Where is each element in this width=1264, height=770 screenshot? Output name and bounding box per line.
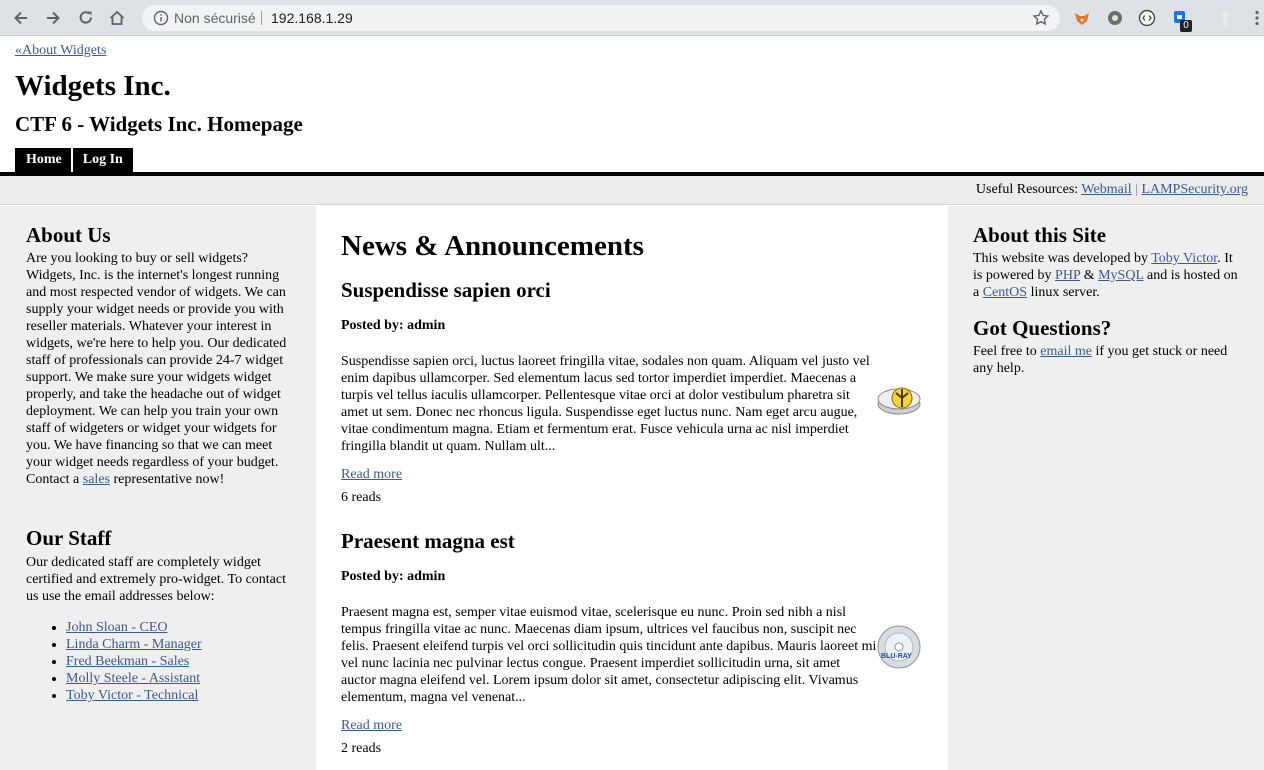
- profile-icon[interactable]: [1216, 9, 1234, 27]
- news-title: News & Announcements: [341, 230, 644, 262]
- about-site-text-part: &: [1080, 268, 1099, 283]
- centos-link[interactable]: CentOS: [983, 285, 1027, 300]
- about-us-text-part: Are you looking to buy or sell widgets? …: [26, 251, 287, 487]
- staff-link-toby-victor[interactable]: Toby Victor - Technical: [66, 688, 198, 703]
- post-1: Suspendisse sapien orci Posted by: admin…: [341, 278, 926, 506]
- our-staff-block: Our Staff Our dedicated staff are comple…: [26, 526, 292, 704]
- read-more-link[interactable]: Read more: [341, 718, 402, 733]
- bluray-disc-icon: BLU-RAY: [876, 624, 922, 670]
- back-arrow-icon[interactable]: [11, 8, 31, 28]
- mysql-link[interactable]: MySQL: [1098, 268, 1143, 283]
- php-link[interactable]: PHP: [1055, 268, 1080, 283]
- got-questions-text: Feel free to email me if you get stuck o…: [973, 343, 1243, 377]
- forward-arrow-icon[interactable]: [43, 8, 63, 28]
- menu-home[interactable]: Home: [15, 148, 73, 172]
- reads-count: 6 reads: [341, 490, 382, 505]
- reads-count: 2 reads: [341, 741, 382, 756]
- about-site-block: About this Site This website was develop…: [973, 223, 1243, 377]
- site-subtitle: CTF 6 - Widgets Inc. Homepage: [15, 112, 303, 136]
- post-author: Posted by: admin: [341, 569, 446, 584]
- staff-list: John Sloan - CEO Linda Charm - Manager F…: [26, 619, 292, 704]
- resources-bar: Useful Resources: Webmail | LAMPSecurity…: [0, 176, 1264, 205]
- list-item: Linda Charm - Manager: [66, 636, 292, 653]
- our-staff-text: Our dedicated staff are completely widge…: [26, 555, 286, 604]
- url-text[interactable]: 192.168.1.29: [271, 10, 353, 26]
- main-menu: Home Log In: [15, 148, 135, 172]
- extension-badge: 0: [1180, 20, 1192, 32]
- list-item: Fred Beekman - Sales: [66, 653, 292, 670]
- about-us-text-end: representative now!: [109, 472, 225, 487]
- about-us-text: Are you looking to buy or sell widgets? …: [26, 250, 292, 488]
- code-extension-icon[interactable]: [1138, 9, 1156, 27]
- address-bar[interactable]: Non sécurisé 192.168.1.29: [142, 5, 1060, 31]
- post-2: Praesent magna est Posted by: admin Prae…: [341, 529, 926, 757]
- bluray-label: BLU-RAY: [881, 653, 912, 660]
- address-divider: [261, 11, 262, 25]
- about-us-block: About Us Are you looking to buy or sell …: [26, 223, 292, 488]
- got-questions-text-part: Feel free to: [973, 344, 1041, 359]
- web-page: «About Widgets Widgets Inc. CTF 6 - Widg…: [0, 36, 1264, 770]
- home-icon[interactable]: [107, 8, 127, 28]
- lampsecurity-link[interactable]: LAMPSecurity.org: [1141, 182, 1248, 197]
- got-questions-title: Got Questions?: [973, 316, 1112, 340]
- about-site-text-part: linux server.: [1027, 285, 1100, 300]
- staff-link-molly-steele[interactable]: Molly Steele - Assistant: [66, 671, 200, 686]
- post-title[interactable]: Praesent magna est: [341, 529, 926, 553]
- staff-link-linda-charm[interactable]: Linda Charm - Manager: [66, 637, 202, 652]
- read-more-row: Read more: [341, 717, 926, 734]
- staff-link-john-sloan[interactable]: John Sloan - CEO: [66, 620, 168, 635]
- reload-icon[interactable]: [76, 8, 96, 28]
- menu-dots-icon[interactable]: [1248, 9, 1264, 27]
- post-author: Posted by: admin: [341, 318, 446, 333]
- bookmark-star-icon[interactable]: [1032, 9, 1050, 27]
- left-sidebar: About Us Are you looking to buy or sell …: [0, 206, 316, 770]
- about-site-text-part: This website was developed by: [973, 251, 1152, 266]
- resources-label: Useful Resources:: [975, 182, 1079, 197]
- post-body: Praesent magna est, semper vitae euismod…: [341, 605, 877, 705]
- read-more-row: Read more: [341, 466, 926, 483]
- right-sidebar: About this Site This website was develop…: [948, 206, 1264, 770]
- post-title[interactable]: Suspendisse sapien orci: [341, 278, 926, 302]
- list-item: John Sloan - CEO: [66, 619, 292, 636]
- staff-link-fred-beekman[interactable]: Fred Beekman - Sales: [66, 654, 189, 669]
- read-more-link[interactable]: Read more: [341, 467, 402, 482]
- email-me-link[interactable]: email me: [1040, 344, 1092, 359]
- post-body: Suspendisse sapien orci, luctus laoreet …: [341, 354, 870, 454]
- sales-link[interactable]: sales: [83, 472, 110, 487]
- about-widgets-link[interactable]: «About Widgets: [15, 43, 106, 59]
- about-site-title: About this Site: [973, 223, 1107, 247]
- firewire-drive-icon: [876, 374, 922, 420]
- menu-login[interactable]: Log In: [72, 148, 135, 172]
- info-icon[interactable]: [153, 10, 169, 26]
- resources-separator: |: [1135, 182, 1138, 197]
- list-item: Molly Steele - Assistant: [66, 670, 292, 687]
- list-item: Toby Victor - Technical: [66, 687, 292, 704]
- webmail-link[interactable]: Webmail: [1081, 182, 1131, 197]
- fox-extension-icon[interactable]: [1073, 9, 1091, 27]
- security-label: Non sécurisé: [174, 10, 256, 26]
- our-staff-title: Our Staff: [26, 526, 112, 550]
- about-site-text: This website was developed by Toby Victo…: [973, 250, 1243, 301]
- developer-link[interactable]: Toby Victor: [1151, 251, 1217, 266]
- about-us-title: About Us: [26, 223, 111, 247]
- browser-toolbar: Non sécurisé 192.168.1.29 0: [0, 0, 1264, 36]
- site-title: Widgets Inc.: [15, 70, 171, 102]
- gear-extension-icon[interactable]: [1106, 9, 1124, 27]
- main-content: News & Announcements Suspendisse sapien …: [316, 206, 948, 770]
